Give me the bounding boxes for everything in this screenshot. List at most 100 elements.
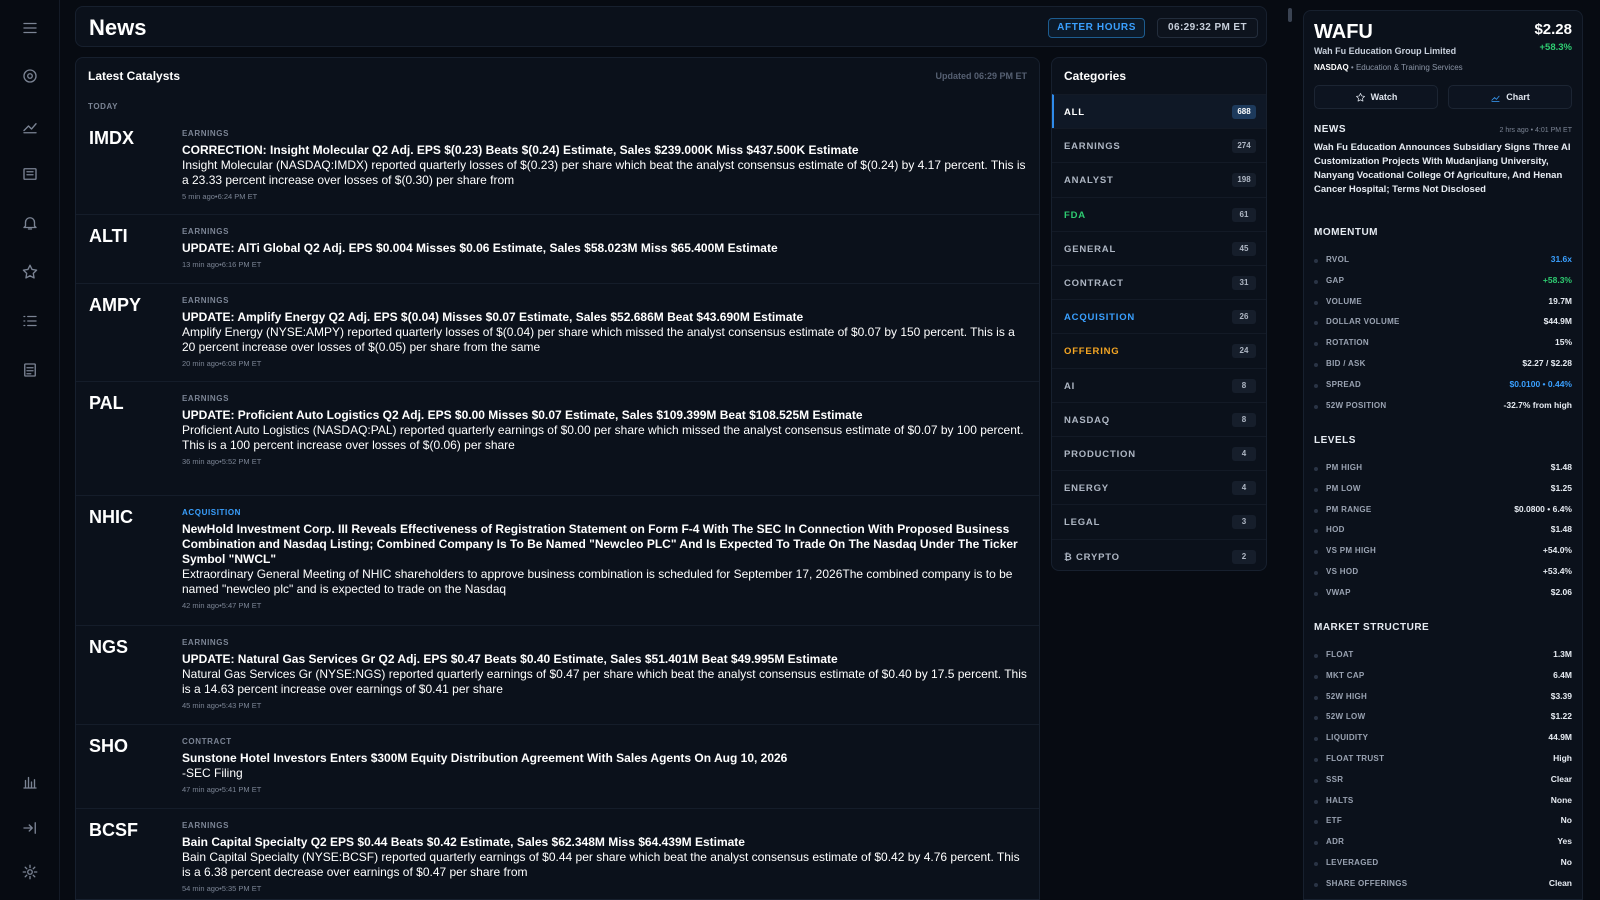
story-headline[interactable]: Sunstone Hotel Investors Enters $300M Eq… [182,751,1027,766]
news-story[interactable]: NGS EARNINGS UPDATE: Natural Gas Service… [76,626,1039,725]
story-headline[interactable]: Bain Capital Specialty Q2 EPS $0.44 Beat… [182,835,1027,850]
metric-row: PM HIGH $1.48 [1314,462,1572,476]
story-ticker[interactable]: NHIC [89,507,133,528]
category-row[interactable]: NASDAQ 8 [1052,401,1266,436]
metric-bullet [1314,259,1318,263]
chart-button[interactable]: Chart [1448,85,1572,109]
category-count: 26 [1232,310,1256,325]
category-count: 61 [1232,207,1256,222]
category-count: 4 [1232,481,1256,496]
story-ticker[interactable]: AMPY [89,295,141,316]
market-structure-title: MARKET STRUCTURE [1314,622,1430,633]
trend-icon[interactable] [18,114,42,138]
list-icon[interactable] [18,309,42,333]
story-ticker[interactable]: ALTI [89,226,128,247]
metric-value: No [1560,857,1572,867]
category-row[interactable]: ACQUISITION 26 [1052,299,1266,333]
metric-value: -32.7% from high [1503,399,1572,410]
category-count: 688 [1232,105,1256,119]
metric-row: RVOL 31.6x [1314,254,1572,268]
news-section-title: NEWS [1314,124,1346,135]
news-icon[interactable] [18,162,42,186]
metric-value: No [1560,815,1572,826]
story-category: EARNINGS [182,821,230,830]
metric-label: 52W HIGH [1326,691,1368,701]
latest-news-headline[interactable]: Wah Fu Education Announces Subsidiary Si… [1314,141,1572,197]
story-headline[interactable]: UPDATE: Natural Gas Services Gr Q2 Adj. … [182,652,1027,667]
category-row[interactable]: OFFERING 24 [1052,333,1266,367]
session-badge: AFTER HOURS [1048,18,1145,38]
news-story[interactable]: BCSF EARNINGS Bain Capital Specialty Q2 … [76,809,1039,899]
story-time: 42 min ago•5:47 PM ET [182,601,262,610]
story-summary: Extraordinary General Meeting of NHIC sh… [182,567,1013,596]
story-headline[interactable]: CORRECTION: Insight Molecular Q2 Adj. EP… [182,143,1027,158]
story-ticker[interactable]: SHO [89,736,128,757]
metric-bullet [1314,300,1318,305]
category-row[interactable]: GENERAL 45 [1052,230,1266,265]
metric-label: LEVERAGED [1326,858,1379,867]
metric-value: 1.3M [1553,649,1572,659]
story-ticker[interactable]: PAL [89,393,124,414]
exchange-line: NASDAQ • Education & Training Services [1314,63,1463,72]
target-icon[interactable] [18,64,42,88]
category-row[interactable]: CONTRACT 31 [1052,265,1266,299]
bell-icon[interactable] [18,211,42,235]
metric-bullet [1314,716,1318,721]
metric-value: 31.6x [1550,254,1572,264]
story-ticker[interactable]: IMDX [89,128,134,149]
category-row[interactable]: ANALYST 198 [1052,162,1266,196]
news-story[interactable]: IMDX EARNINGS CORRECTION: Insight Molecu… [76,117,1039,215]
news-story[interactable]: PAL EARNINGS UPDATE: Proficient Auto Log… [76,382,1039,496]
chart-icon[interactable] [18,770,42,794]
story-headline[interactable]: UPDATE: Proficient Auto Logistics Q2 Adj… [182,408,1027,423]
story-time: 5 min ago•6:24 PM ET [182,192,258,201]
category-row[interactable]: LEGAL 3 [1052,504,1266,538]
collapse-icon[interactable] [18,816,42,840]
news-story[interactable]: SHO CONTRACT Sunstone Hotel Investors En… [76,725,1039,809]
category-count: 4 [1232,447,1256,461]
news-story[interactable]: ALTI EARNINGS UPDATE: AlTi Global Q2 Adj… [76,215,1039,284]
metric-label: VS HOD [1326,567,1359,576]
metric-label: MKT CAP [1326,670,1365,680]
story-summary: Amplify Energy (NYSE:AMPY) reported quar… [182,325,1015,354]
story-ticker[interactable]: BCSF [89,820,138,841]
chart-line-icon [1491,95,1500,102]
star-icon[interactable] [18,260,42,284]
metric-label: PM LOW [1326,483,1361,493]
story-time: 54 min ago•5:35 PM ET [182,884,262,893]
news-story[interactable]: AMPY EARNINGS UPDATE: Amplify Energy Q2 … [76,284,1039,382]
sector-name: Education & Training Services [1355,63,1463,72]
watch-button[interactable]: Watch [1314,85,1438,109]
last-price: $2.28 [1534,21,1572,38]
category-row[interactable]: ALL 688 [1052,94,1266,128]
category-row[interactable]: ₿ CRYPTO 2 [1052,538,1266,570]
category-row[interactable]: ENERGY 4 [1052,470,1266,504]
category-row[interactable]: EARNINGS 274 [1052,128,1266,162]
metric-value: $2.06 [1550,586,1572,597]
story-category: EARNINGS [182,227,230,236]
scrollbar-thumb[interactable] [1288,8,1292,22]
metric-label: VS PM HIGH [1326,546,1377,556]
notes-icon[interactable] [18,358,42,382]
menu-icon[interactable] [18,16,42,40]
story-time: 36 min ago•5:52 PM ET [182,457,262,466]
story-ticker[interactable]: NGS [89,637,128,658]
category-label: AI [1064,380,1076,392]
category-label: PRODUCTION [1064,449,1136,460]
metric-value: $2.27 / $2.28 [1522,358,1572,368]
news-story[interactable]: NHIC ACQUISITION NewHold Investment Corp… [76,496,1039,626]
category-count: 8 [1232,412,1256,427]
category-row[interactable]: FDA 61 [1052,196,1266,231]
story-headline[interactable]: NewHold Investment Corp. III Reveals Eff… [182,522,1027,567]
story-category: EARNINGS [182,394,230,403]
metric-value: +54.0% [1542,545,1572,556]
story-headline[interactable]: UPDATE: Amplify Energy Q2 Adj. EPS $(0.0… [182,310,1027,325]
story-time: 45 min ago•5:43 PM ET [182,701,262,710]
story-headline[interactable]: UPDATE: AlTi Global Q2 Adj. EPS $0.004 M… [182,241,1027,256]
gear-icon[interactable] [18,860,42,884]
category-row[interactable]: PRODUCTION 4 [1052,436,1266,470]
metric-label: FLOAT TRUST [1326,754,1385,763]
category-row[interactable]: AI 8 [1052,367,1266,402]
feed-day-label: TODAY [88,102,119,111]
metric-row: LEVERAGED No [1314,857,1572,871]
